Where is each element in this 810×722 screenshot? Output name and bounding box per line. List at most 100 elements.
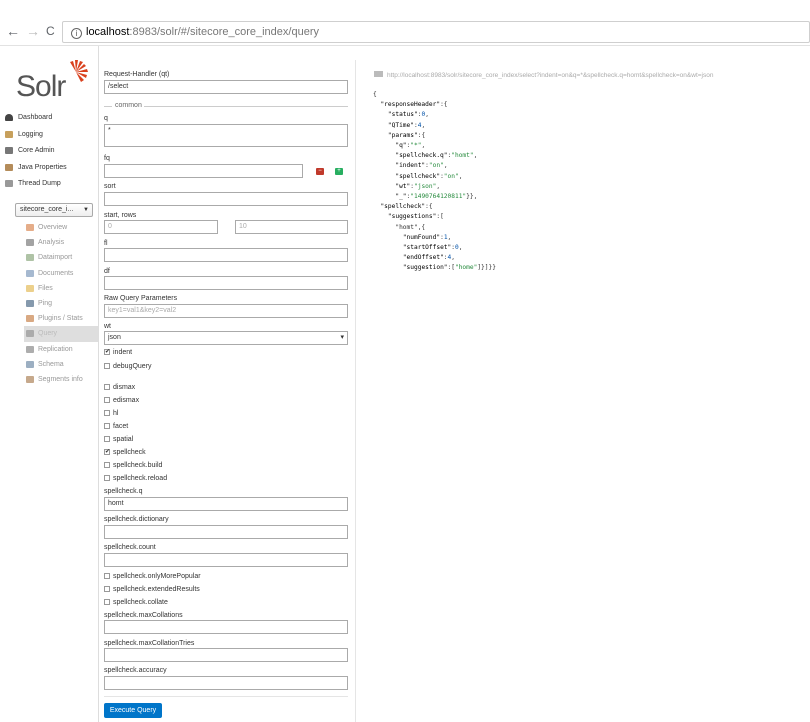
debug-query-checkbox[interactable]: debugQuery — [104, 362, 152, 371]
core-selector-value: sitecore_core_i... — [20, 206, 74, 213]
core-selector[interactable]: sitecore_core_i... ▼ — [15, 203, 93, 217]
checkbox-unchecked — [104, 586, 110, 592]
extended-results-checkbox[interactable]: spellcheck.extendedResults — [104, 585, 200, 594]
json-line: "status":0, — [387, 111, 429, 119]
collate-checkbox[interactable]: spellcheck.collate — [104, 598, 168, 607]
result-url[interactable]: http://localhost:8983/solr/sitecore_core… — [374, 71, 713, 79]
core-menu-item-analysis[interactable]: Analysis — [24, 235, 98, 250]
checkbox-unchecked — [104, 436, 110, 442]
core-menu-label: Documents — [38, 269, 74, 277]
checkbox-unchecked — [104, 573, 110, 579]
q-textarea[interactable]: * — [104, 124, 348, 147]
hl-label: hl — [113, 410, 119, 417]
solr-logo[interactable]: Solr — [16, 70, 66, 104]
only-more-popular-checkbox[interactable]: spellcheck.onlyMorePopular — [104, 572, 201, 581]
ping-icon — [26, 299, 34, 307]
address-bar[interactable]: i localhost:8983/solr/#/sitecore_core_ind… — [62, 21, 810, 43]
hl-checkbox[interactable]: hl — [104, 409, 118, 418]
sort-input[interactable] — [104, 192, 348, 206]
forward-button[interactable]: → — [26, 23, 40, 39]
df-label: df — [104, 268, 110, 275]
spellcheck-dictionary-input[interactable] — [104, 525, 348, 539]
core-menu-item-replication[interactable]: Replication — [24, 342, 98, 357]
menu-item-label: Dashboard — [18, 114, 53, 121]
core-menu-item-plugins[interactable]: Plugins / Stats — [24, 311, 98, 326]
json-line: "spellcheck":"on", — [395, 172, 463, 180]
execute-query-button[interactable]: Execute Query — [104, 703, 162, 718]
menu-item-label: Java Properties — [18, 163, 67, 171]
fl-input[interactable] — [104, 248, 348, 262]
spellcheck-build-label: spellcheck.build — [113, 462, 163, 469]
core-menu-item-query[interactable]: Query — [24, 326, 98, 342]
facet-checkbox[interactable]: facet — [104, 422, 128, 431]
accuracy-input[interactable] — [104, 676, 348, 690]
raw-params-input[interactable]: key1=val1&key2=val2 — [104, 304, 348, 318]
df-input[interactable] — [104, 276, 348, 290]
solr-sun-icon — [70, 60, 88, 82]
fl-label: fl — [104, 240, 108, 247]
spellcheck-count-label: spellcheck.count — [104, 544, 156, 551]
indent-checkbox[interactable]: ✔ indent — [104, 348, 132, 357]
common-divider — [144, 106, 348, 107]
spellcheck-count-input[interactable] — [104, 553, 348, 567]
core-menu-label: Overview — [38, 224, 68, 231]
dismax-checkbox[interactable]: dismax — [104, 383, 135, 392]
max-collation-tries-input[interactable] — [104, 648, 348, 662]
core-admin-icon — [5, 147, 13, 154]
core-menu-item-segments[interactable]: Segments info — [24, 372, 98, 387]
core-menu-label: Segments info — [38, 375, 83, 383]
core-menu-item-documents[interactable]: Documents — [24, 266, 98, 281]
folder-icon — [26, 284, 34, 292]
reload-button[interactable]: C — [46, 24, 55, 38]
core-menu-label: Ping — [38, 299, 53, 307]
json-line: "wt":"json", — [395, 182, 441, 190]
wt-value: json — [108, 334, 121, 341]
edismax-checkbox[interactable]: edismax — [104, 396, 139, 405]
spatial-checkbox[interactable]: spatial — [104, 435, 133, 444]
start-input[interactable]: 0 — [104, 220, 218, 234]
info-icon[interactable]: i — [71, 28, 82, 39]
common-section-label: common — [115, 102, 142, 109]
import-icon — [26, 254, 34, 262]
collate-label: spellcheck.collate — [113, 599, 168, 606]
json-line: "spellcheck":{ — [380, 203, 433, 211]
extended-results-label: spellcheck.extendedResults — [113, 586, 200, 593]
add-fq-button[interactable]: + — [335, 168, 343, 175]
max-collations-input[interactable] — [104, 620, 348, 634]
core-menu-label: Query — [38, 330, 58, 338]
spellcheck-build-checkbox[interactable]: spellcheck.build — [104, 461, 162, 470]
core-menu-item-ping[interactable]: Ping — [24, 296, 98, 311]
json-line: { — [373, 91, 377, 98]
menu-item-dashboard[interactable]: Dashboard — [0, 110, 98, 127]
core-menu-label: Dataimport — [38, 254, 73, 262]
indent-label: indent — [113, 349, 133, 356]
browser-toolbar: ← → C i localhost:8983/solr/#/sitecore_co… — [0, 0, 810, 46]
accuracy-label: spellcheck.accuracy — [104, 667, 167, 674]
fq-input[interactable] — [104, 164, 303, 178]
rows-input[interactable]: 10 — [235, 220, 348, 234]
menu-item-thread-dump[interactable]: Thread Dump — [0, 176, 98, 193]
checkbox-unchecked — [104, 599, 110, 605]
json-line: "suggestions":[ — [387, 213, 444, 221]
search-icon — [26, 330, 34, 338]
spellcheck-reload-checkbox[interactable]: spellcheck.reload — [104, 474, 167, 483]
core-menu-label: Plugins / Stats — [38, 315, 83, 323]
spellcheck-checkbox[interactable]: ✔ spellcheck — [104, 448, 146, 457]
menu-item-core-admin[interactable]: Core Admin — [0, 143, 98, 160]
core-menu-item-overview[interactable]: Overview — [24, 220, 98, 235]
checkbox-checked: ✔ — [104, 449, 111, 455]
link-icon — [374, 71, 383, 77]
spellcheck-q-input[interactable]: homt — [104, 497, 348, 511]
back-button[interactable]: ← — [6, 23, 20, 39]
wt-select[interactable]: json ▾ — [104, 331, 348, 345]
remove-fq-button[interactable]: − — [316, 168, 324, 175]
menu-item-java-properties[interactable]: Java Properties — [0, 160, 98, 177]
core-menu-item-dataimport[interactable]: Dataimport — [24, 250, 98, 265]
common-divider — [104, 106, 112, 107]
menu-item-logging[interactable]: Logging — [0, 127, 98, 144]
core-menu-label: Analysis — [38, 239, 65, 247]
core-menu-item-schema[interactable]: Schema — [24, 357, 98, 372]
core-menu-item-files[interactable]: Files — [24, 281, 98, 296]
request-handler-input[interactable]: /select — [104, 80, 348, 94]
checkbox-unchecked — [104, 462, 110, 468]
